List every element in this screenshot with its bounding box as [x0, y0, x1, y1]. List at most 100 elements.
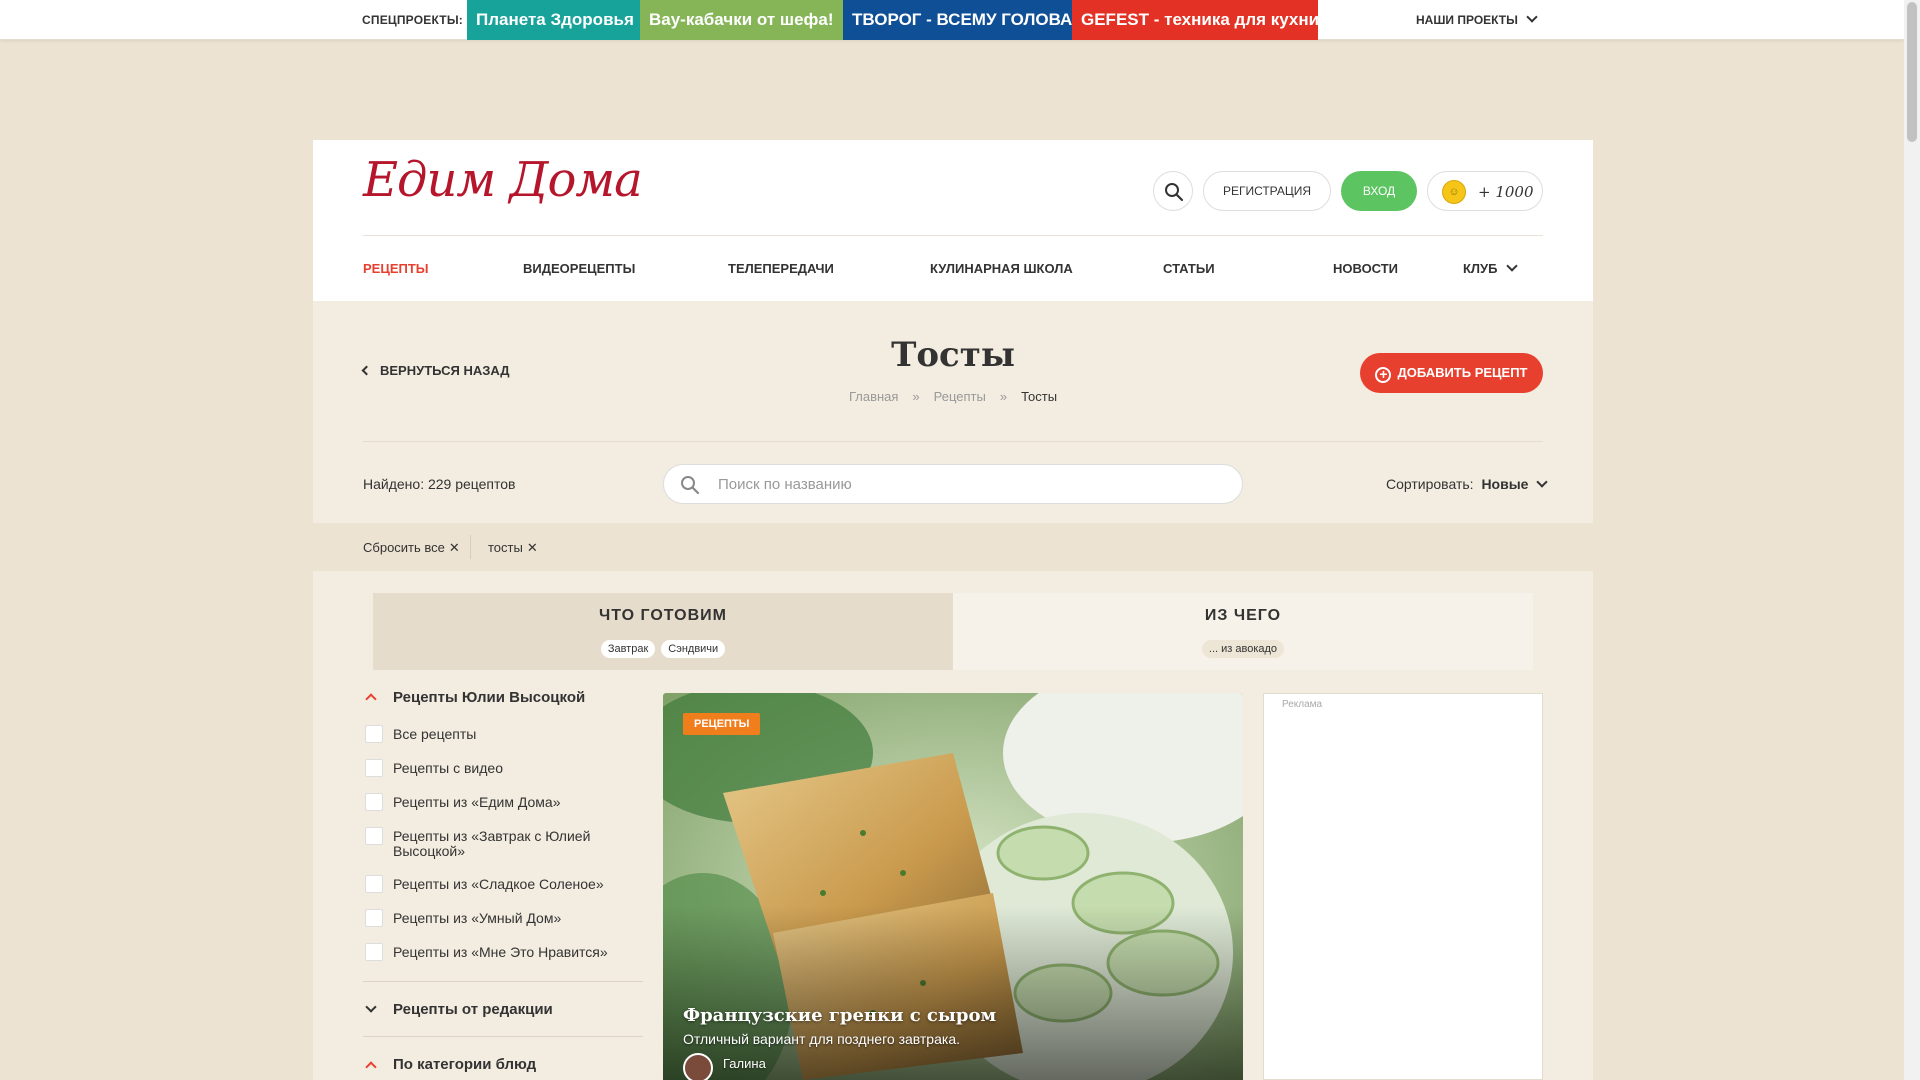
card-category-label[interactable]: РЕЦЕПТЫ — [683, 713, 761, 735]
header-search-button[interactable] — [1153, 171, 1193, 211]
login-button[interactable]: ВХОД — [1341, 171, 1417, 211]
breadcrumb-separator: » — [912, 389, 920, 404]
tab-title: ИЗ ЧЕГО — [1204, 607, 1282, 624]
sidebar-divider — [363, 981, 643, 982]
checkbox-option[interactable]: Рецепты из «Мне Это Нравится» — [363, 943, 643, 961]
our-projects-label: НАШИ ПРОЕКТЫ — [1416, 13, 1518, 27]
breadcrumb-home[interactable]: Главная — [849, 389, 898, 404]
our-projects-dropdown[interactable]: НАШИ ПРОЕКТЫ — [1416, 0, 1538, 40]
page-scrollbar[interactable] — [1904, 0, 1920, 1080]
recipe-search-box[interactable] — [663, 464, 1243, 504]
special-project-link[interactable]: Планета Здоровья — [467, 0, 640, 40]
main-content: ЧТО ГОТОВИМ Завтрак Сэндвичи ИЗ ЧЕГО ... … — [313, 571, 1593, 1080]
breadcrumb-separator: » — [999, 389, 1008, 404]
tab-what-we-cook[interactable]: ЧТО ГОТОВИМ Завтрак Сэндвичи — [373, 593, 953, 670]
tab-title: ЧТО ГОТОВИМ — [598, 607, 727, 624]
coin-icon: ☺ — [1442, 180, 1466, 204]
sort-dropdown[interactable]: Сортировать: Новые — [1386, 476, 1549, 492]
tag-chip[interactable]: Завтрак — [600, 640, 656, 658]
close-icon: ✕ — [526, 540, 538, 555]
tab-ingredients[interactable]: ИЗ ЧЕГО ... из авокадо — [953, 593, 1533, 670]
site-logo[interactable]: Едим Дома — [363, 152, 643, 208]
checkbox-option[interactable]: Рецепты из «Завтрак с Юлией Высоцкой» — [363, 827, 643, 859]
nav-item-articles[interactable]: СТАТЬИ — [1163, 236, 1215, 301]
breadcrumb-current: Тосты — [1021, 389, 1058, 404]
reset-filters-chip[interactable]: Сбросить все ✕ — [363, 540, 460, 556]
checkbox[interactable] — [365, 909, 383, 927]
register-button[interactable]: РЕГИСТРАЦИЯ — [1203, 171, 1331, 211]
nav-item-club[interactable]: КЛУБ — [1463, 236, 1518, 301]
checkbox-option[interactable]: Рецепты из «Едим Дома» — [363, 793, 643, 811]
checkbox[interactable] — [365, 793, 383, 811]
chevron-up-icon — [365, 1061, 377, 1073]
ad-block[interactable]: Реклама — [1263, 693, 1543, 1080]
add-recipe-label: ДОБАВИТЬ РЕЦЕПТ — [1397, 365, 1528, 380]
sort-label: Сортировать: — [1386, 476, 1474, 492]
checkbox-label: Рецепты из «Едим Дома» — [393, 794, 561, 810]
section-title: Рецепты от редакции — [393, 1001, 553, 1018]
breadcrumb-recipes[interactable]: Рецепты — [934, 389, 986, 404]
sidebar-section-vysotskaya[interactable]: Рецепты Юлии Высоцкой — [363, 689, 585, 706]
chevron-up-icon — [365, 693, 377, 705]
reset-filters-label: Сбросить все — [363, 540, 445, 555]
site-header: Едим Дома РЕГИСТРАЦИЯ ВХОД ☺ + 1000 РЕЦЕ… — [313, 140, 1593, 301]
special-project-link[interactable]: Вау-кабачки от шефа! — [640, 0, 843, 40]
card-description: Отличный вариант для позднего завтрака. — [683, 1031, 960, 1047]
card-author[interactable]: Галина — [723, 1056, 766, 1071]
sort-value: Новые — [1481, 476, 1529, 492]
checkbox[interactable] — [365, 827, 383, 845]
checkbox-label: Рецепты с видео — [393, 760, 503, 776]
ad-label: Реклама — [1282, 699, 1323, 710]
special-projects-bar: СПЕЦПРОЕКТЫ: Планета Здоровья Вау-кабачк… — [0, 0, 1904, 40]
scrollbar-thumb[interactable] — [1907, 2, 1917, 142]
section-title: По категории блюд — [393, 1056, 537, 1073]
chevron-down-icon — [365, 1001, 377, 1013]
checkbox[interactable] — [365, 943, 383, 961]
add-recipe-button[interactable]: + ДОБАВИТЬ РЕЦЕПТ — [1360, 353, 1543, 393]
sidebar-section-editorial[interactable]: Рецепты от редакции — [363, 1001, 553, 1018]
tab-tags: ... из авокадо — [953, 639, 1533, 658]
plus-icon: + — [1375, 367, 1392, 383]
results-count: Найдено: 229 рецептов — [363, 476, 516, 492]
avatar[interactable] — [683, 1053, 713, 1080]
checkbox-label: Рецепты из «Сладкое Соленое» — [393, 876, 604, 892]
chevron-down-icon — [1505, 260, 1518, 272]
coins-button[interactable]: ☺ + 1000 — [1427, 171, 1543, 211]
chevron-down-icon — [1526, 11, 1538, 23]
coins-amount: + 1000 — [1478, 183, 1534, 201]
checkbox-option[interactable]: Рецепты из «Умный Дом» — [363, 909, 643, 927]
special-project-link[interactable]: GEFEST - техника для кухни — [1072, 0, 1319, 40]
recipe-card[interactable]: РЕЦЕПТЫ Французские гренки с сыром Отлич… — [663, 693, 1243, 1080]
filter-divider — [470, 535, 471, 559]
checkbox-label: Все рецепты — [393, 726, 477, 742]
search-icon — [681, 476, 700, 495]
nav-item-cooking-school[interactable]: КУЛИНАРНАЯ ШКОЛА — [930, 236, 1073, 301]
nav-item-recipes[interactable]: РЕЦЕПТЫ — [363, 236, 429, 301]
close-icon: ✕ — [448, 540, 460, 555]
checkbox[interactable] — [365, 759, 383, 777]
special-project-link[interactable]: ТВОРОГ - ВСЕМУ ГОЛОВА! — [843, 0, 1078, 40]
tag-chip[interactable]: Сэндвичи — [661, 640, 726, 658]
checkbox-option[interactable]: Рецепты с видео — [363, 759, 643, 777]
search-icon — [1165, 183, 1184, 202]
checkbox-label: Рецепты из «Умный Дом» — [393, 910, 562, 926]
nav-item-tv-shows[interactable]: ТЕЛЕПЕРЕДАЧИ — [728, 236, 834, 301]
checkbox-label: Рецепты из «Завтрак с Юлией Высоцкой» — [393, 828, 591, 859]
recipe-search-input[interactable] — [718, 465, 1218, 503]
card-title[interactable]: Французские гренки с сыром — [683, 1005, 996, 1026]
sidebar-section-categories[interactable]: По категории блюд — [363, 1056, 536, 1073]
nav-item-video-recipes[interactable]: ВИДЕОРЕЦЕПТЫ — [523, 236, 635, 301]
tag-chip[interactable]: ... из авокадо — [1201, 640, 1285, 658]
main-nav: РЕЦЕПТЫ ВИДЕОРЕЦЕПТЫ ТЕЛЕПЕРЕДАЧИ КУЛИНА… — [363, 236, 1543, 301]
filter-chip[interactable]: тосты ✕ — [488, 540, 538, 556]
nav-item-news[interactable]: НОВОСТИ — [1333, 236, 1398, 301]
sidebar-divider — [363, 1036, 643, 1037]
section-title: Рецепты Юлии Высоцкой — [393, 689, 586, 706]
filter-chip-label: тосты — [488, 540, 523, 555]
special-projects-label: СПЕЦПРОЕКТЫ: — [362, 13, 463, 27]
chevron-down-icon — [1536, 476, 1549, 488]
checkbox[interactable] — [365, 725, 383, 743]
checkbox[interactable] — [365, 875, 383, 893]
checkbox-option[interactable]: Все рецепты — [363, 725, 643, 743]
checkbox-option[interactable]: Рецепты из «Сладкое Соленое» — [363, 875, 643, 893]
